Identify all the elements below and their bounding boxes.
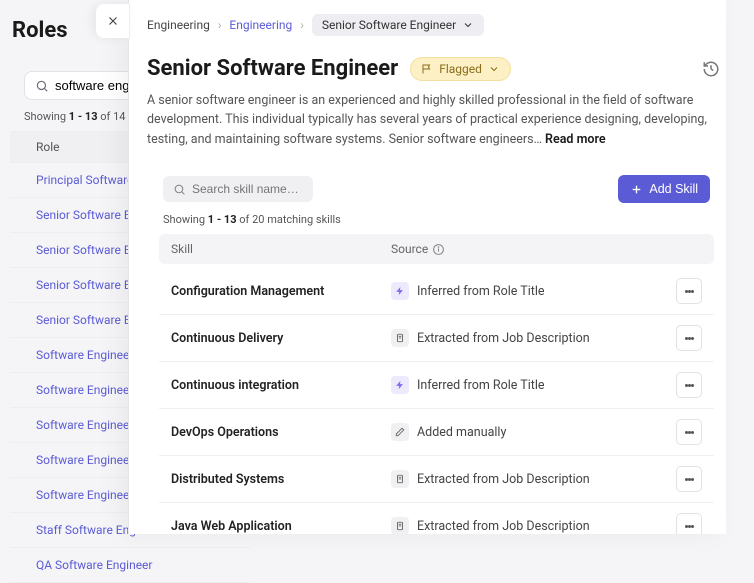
column-skill: Skill [171, 242, 391, 256]
skill-row: Continuous integration Inferred from Role… [159, 362, 714, 409]
breadcrumb-current-label: Senior Software Engineer [322, 18, 456, 32]
source-text: Added manually [417, 425, 506, 440]
source-extracted-icon [391, 329, 409, 347]
chevron-down-icon [462, 19, 474, 31]
role-detail-panel: Engineering › Engineering › Senior Softw… [128, 0, 726, 534]
skills-search-input[interactable] [192, 182, 303, 196]
source-text: Extracted from Job Description [417, 519, 590, 534]
row-actions-button[interactable] [676, 513, 702, 534]
row-actions-button[interactable] [676, 325, 702, 351]
title-row: Senior Software Engineer Flagged [129, 50, 726, 91]
breadcrumb-item[interactable]: Engineering [147, 18, 210, 32]
skills-search[interactable] [163, 176, 313, 202]
close-button[interactable] [96, 4, 130, 38]
breadcrumb-item[interactable]: Engineering [229, 18, 292, 32]
flag-icon [421, 63, 433, 75]
source-text: Inferred from Role Title [417, 284, 545, 299]
chevron-right-icon: › [300, 18, 304, 32]
flagged-pill[interactable]: Flagged [410, 57, 511, 81]
flagged-label: Flagged [439, 62, 482, 76]
role-description: A senior software engineer is an experie… [129, 91, 726, 165]
source-manual-icon [391, 423, 409, 441]
close-icon [106, 14, 120, 28]
skill-name: Continuous integration [171, 378, 391, 393]
source-text: Inferred from Role Title [417, 378, 545, 393]
source-text: Extracted from Job Description [417, 472, 590, 487]
source-text: Extracted from Job Description [417, 331, 590, 346]
history-button[interactable] [702, 60, 720, 82]
add-skill-button[interactable]: Add Skill [618, 175, 710, 203]
skill-source: Inferred from Role Title [391, 282, 672, 300]
chevron-down-icon [488, 63, 500, 75]
column-source: Source [391, 242, 672, 256]
info-icon[interactable] [432, 243, 445, 256]
chevron-right-icon: › [218, 18, 222, 32]
source-extracted-icon [391, 517, 409, 534]
row-actions-button[interactable] [676, 278, 702, 304]
breadcrumb: Engineering › Engineering › Senior Softw… [129, 0, 726, 50]
row-actions-button[interactable] [676, 466, 702, 492]
skill-name: Distributed Systems [171, 472, 391, 487]
source-extracted-icon [391, 470, 409, 488]
skill-name: Java Web Application [171, 519, 391, 534]
row-actions-button[interactable] [676, 419, 702, 445]
row-actions-button[interactable] [676, 372, 702, 398]
breadcrumb-current-dropdown[interactable]: Senior Software Engineer [312, 14, 484, 36]
search-icon [173, 183, 186, 196]
read-more-link[interactable]: Read more [545, 132, 606, 147]
search-icon [35, 79, 49, 93]
skills-table-body: Configuration Management Inferred from Ro… [159, 268, 714, 534]
skill-name: Configuration Management [171, 284, 391, 299]
skill-source: Added manually [391, 423, 672, 441]
skill-row: DevOps Operations Added manually [159, 409, 714, 456]
skill-row: Java Web Application Extracted from Job D… [159, 503, 714, 534]
skill-row: Continuous Delivery Extracted from Job De… [159, 315, 714, 362]
skills-section: Add Skill Showing 1 - 13 of 20 matching … [159, 165, 714, 534]
history-icon [702, 60, 720, 78]
skill-source: Extracted from Job Description [391, 470, 672, 488]
add-skill-label: Add Skill [649, 182, 698, 196]
skill-name: Continuous Delivery [171, 331, 391, 346]
skills-match-count: Showing 1 - 13 of 20 matching skills [159, 213, 714, 234]
skills-table-header: Skill Source [159, 234, 714, 264]
plus-icon [630, 183, 643, 196]
skill-name: DevOps Operations [171, 425, 391, 440]
source-inferred-icon [391, 282, 409, 300]
skill-row: Configuration Management Inferred from Ro… [159, 268, 714, 315]
skill-row: Distributed Systems Extracted from Job De… [159, 456, 714, 503]
skill-source: Extracted from Job Description [391, 517, 672, 534]
role-item[interactable]: QA Software Engineer [10, 548, 250, 583]
skill-source: Inferred from Role Title [391, 376, 672, 394]
role-title: Senior Software Engineer [147, 56, 398, 81]
skill-source: Extracted from Job Description [391, 329, 672, 347]
source-inferred-icon [391, 376, 409, 394]
